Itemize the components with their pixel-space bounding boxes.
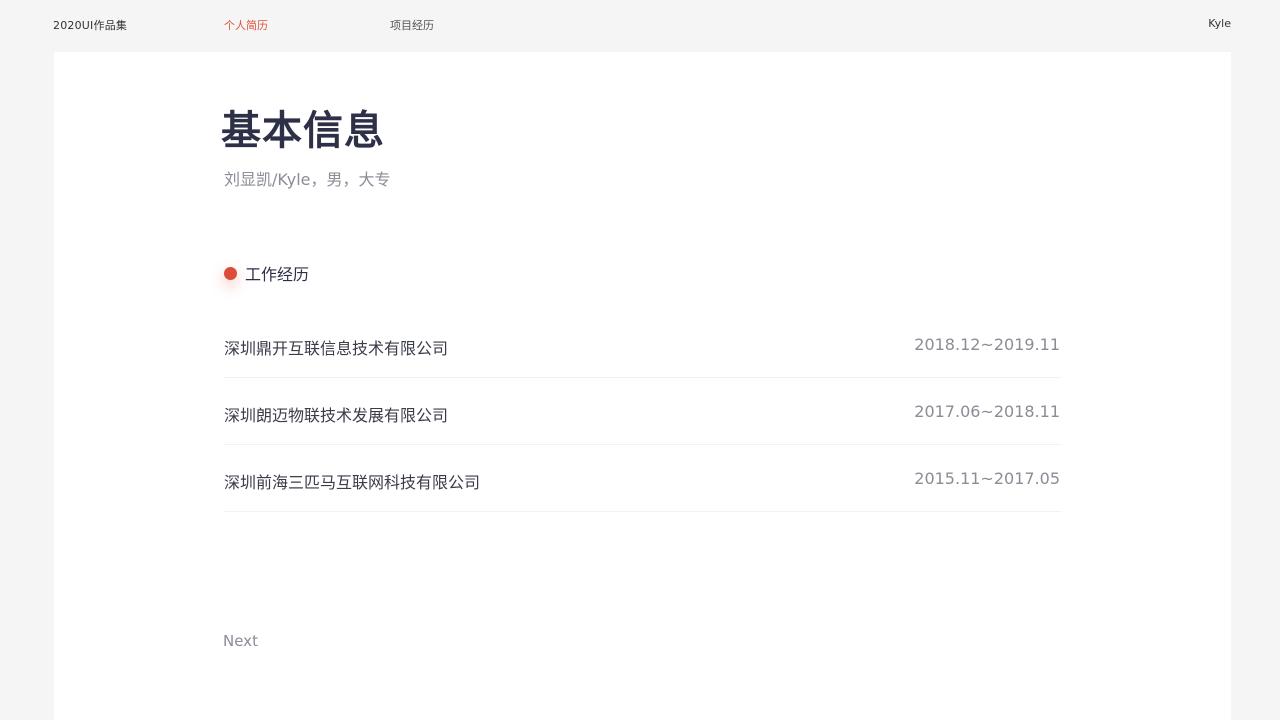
list-item: 深圳前海三匹马互联网科技有限公司 2015.11~2017.05: [224, 445, 1061, 512]
work-experience-heading: 工作经历: [245, 265, 310, 284]
list-item: 深圳鼎开互联信息技术有限公司 2018.12~2019.11: [224, 311, 1061, 378]
employment-period: 2015.11~2017.05: [914, 469, 1060, 488]
work-experience-list: 深圳鼎开互联信息技术有限公司 2018.12~2019.11 深圳朗迈物联技术发…: [224, 311, 1061, 512]
nav-item-projects[interactable]: 项目经历: [390, 17, 434, 33]
company-name: 深圳前海三匹马互联网科技有限公司: [224, 473, 481, 492]
page-title: 基本信息: [221, 108, 385, 154]
nav-item-resume[interactable]: 个人简历: [224, 17, 268, 33]
employment-period: 2018.12~2019.11: [914, 335, 1060, 354]
bullet-dot-icon: [224, 266, 237, 280]
next-link[interactable]: Next: [223, 632, 258, 650]
brand-title: 2020UI作品集: [53, 19, 128, 32]
user-name[interactable]: Kyle: [1208, 17, 1231, 30]
work-experience-header: 工作经历: [224, 263, 310, 284]
top-bar: 2020UI作品集 个人简历 项目经历 Kyle: [0, 0, 1280, 50]
resume-card: 基本信息 刘显凯/Kyle，男，大专 工作经历 深圳鼎开互联信息技术有限公司 2…: [54, 52, 1231, 720]
employment-period: 2017.06~2018.11: [914, 402, 1060, 421]
company-name: 深圳朗迈物联技术发展有限公司: [224, 406, 449, 425]
company-name: 深圳鼎开互联信息技术有限公司: [224, 339, 449, 358]
profile-summary: 刘显凯/Kyle，男，大专: [224, 170, 391, 189]
list-item: 深圳朗迈物联技术发展有限公司 2017.06~2018.11: [224, 378, 1061, 445]
